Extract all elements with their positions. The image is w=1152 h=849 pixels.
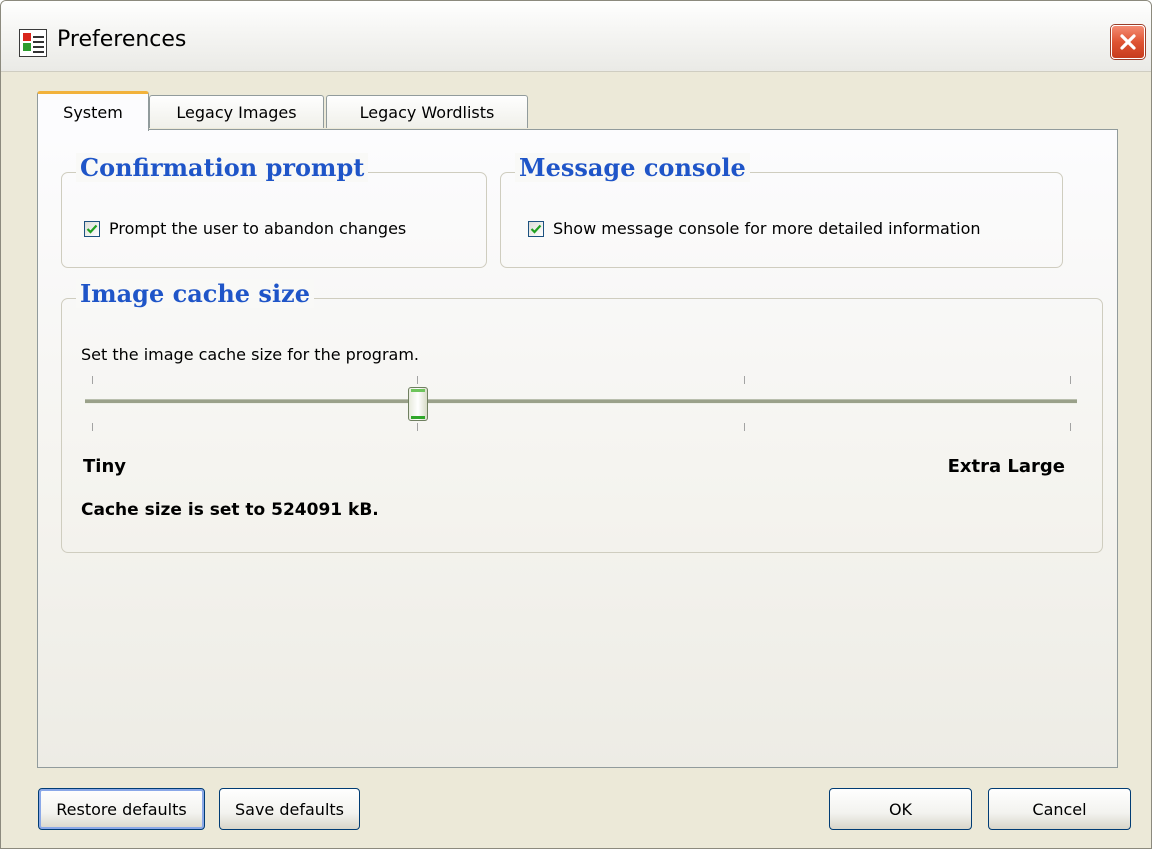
tab-system[interactable]: System [37, 91, 149, 131]
tab-legacy-images[interactable]: Legacy Images [149, 95, 324, 128]
cache-size-slider-track[interactable] [85, 399, 1077, 404]
slider-tick [1070, 423, 1071, 431]
slider-min-label: Tiny [83, 456, 126, 477]
checkmark-icon [530, 224, 542, 234]
slider-max-label: Extra Large [947, 456, 1065, 477]
window-title: Preferences [57, 27, 187, 52]
cancel-button[interactable]: Cancel [988, 788, 1131, 830]
ok-button[interactable]: OK [829, 788, 972, 830]
tab-legacy-wordlists[interactable]: Legacy Wordlists [326, 95, 528, 128]
prompt-abandon-checkbox[interactable] [84, 220, 100, 237]
confirmation-prompt-group: Confirmation prompt Prompt the user to a… [61, 153, 487, 268]
message-console-group: Message console Show message console for… [500, 153, 1063, 268]
cache-size-status: Cache size is set to 524091 kB. [81, 500, 379, 520]
save-defaults-button[interactable]: Save defaults [219, 788, 360, 830]
slider-tick [744, 376, 745, 384]
slider-tick [417, 376, 418, 384]
preferences-app-icon [19, 29, 47, 57]
prompt-abandon-row[interactable]: Prompt the user to abandon changes [84, 219, 406, 238]
close-button[interactable] [1111, 25, 1145, 59]
cache-size-slider-thumb[interactable] [408, 387, 428, 421]
show-console-checkbox[interactable] [528, 220, 544, 237]
slider-tick [744, 423, 745, 431]
checkmark-icon [86, 224, 98, 234]
show-console-row[interactable]: Show message console for more detailed i… [528, 219, 981, 238]
slider-tick [417, 423, 418, 431]
slider-tick [92, 376, 93, 384]
cache-description: Set the image cache size for the program… [81, 345, 420, 364]
confirmation-prompt-title: Confirmation prompt [76, 153, 369, 182]
close-icon [1120, 34, 1136, 50]
image-cache-title: Image cache size [76, 279, 314, 308]
title-bar: Preferences [1, 1, 1151, 72]
slider-tick [1070, 376, 1071, 384]
show-console-label: Show message console for more detailed i… [553, 219, 981, 238]
message-console-title: Message console [515, 153, 750, 182]
restore-defaults-button[interactable]: Restore defaults [38, 788, 205, 830]
prompt-abandon-label: Prompt the user to abandon changes [109, 219, 407, 238]
slider-tick [92, 423, 93, 431]
preferences-window: Preferences System Legacy Images Legacy … [0, 0, 1152, 849]
